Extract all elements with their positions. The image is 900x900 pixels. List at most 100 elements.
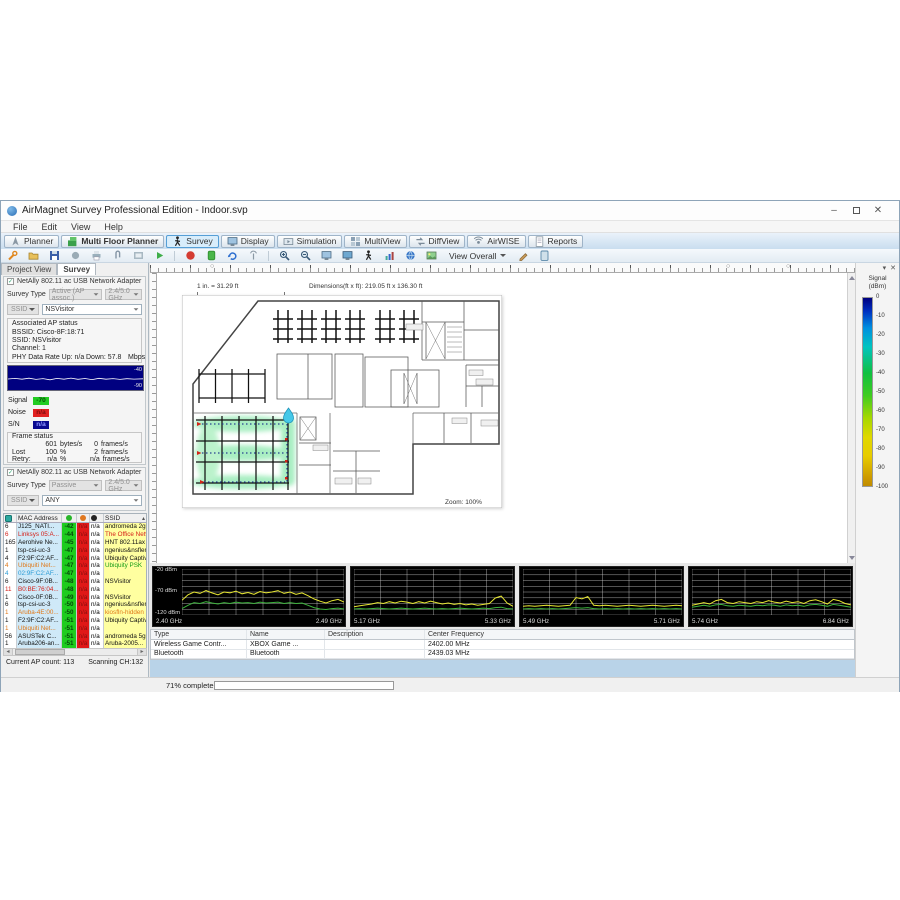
device-icon[interactable] — [205, 250, 217, 262]
floor-plan — [182, 295, 502, 508]
open-icon[interactable] — [27, 250, 39, 262]
wrench-icon[interactable] — [6, 250, 18, 262]
ap-table-row[interactable]: 1Aruba206-an...-51n/an/aAruba-2005... — [4, 640, 146, 648]
chevron-down-icon — [500, 254, 506, 257]
ssid-line: SSID: NSVisitor — [12, 337, 61, 344]
globe-icon[interactable] — [404, 250, 416, 262]
ap-table-row[interactable]: 6Linksys 05:A...-44n/an/aThe Office Netw… — [4, 531, 146, 539]
tab-planner[interactable]: Planner — [4, 235, 59, 248]
legend-tick: -50 — [876, 389, 885, 395]
tab-airwise[interactable]: AirWISE — [467, 235, 525, 248]
band2-select[interactable]: 2.4/5.0 GHz — [105, 480, 142, 491]
tab-simulation[interactable]: Simulation — [277, 235, 343, 248]
view-tab-strip: PlannerMulti Floor PlannerSurveyDisplayS… — [1, 233, 899, 249]
signal-icon[interactable] — [247, 250, 259, 262]
ap-table-row[interactable]: 4F2:9F:C2:AF...-47n/an/aUbiquity Captive… — [4, 554, 146, 562]
play-icon[interactable] — [153, 250, 165, 262]
main-area: Project ViewSurvey ✓ NetAlly 802.11 ac U… — [1, 263, 899, 677]
legend-panel: ▾ ✕ Signal (dBm) 0-10-20-30-40-50-60-70-… — [855, 263, 899, 677]
display-icon[interactable] — [320, 250, 332, 262]
interferer-row[interactable]: BluetoothBluetooth2439.03 MHz — [151, 650, 854, 660]
ap-table-row[interactable]: 165Aerohive Ne...-45n/an/aHNT 802.11ax — [4, 539, 146, 547]
scale-label: 1 in. = 31.29 ft — [197, 283, 238, 290]
tablet-icon[interactable] — [539, 250, 551, 262]
legend-tick: -90 — [876, 465, 885, 471]
ap-table-row[interactable]: 6Cisco-9F:0B...-48n/an/aNSVisitor — [4, 578, 146, 586]
menu-edit[interactable]: Edit — [36, 222, 64, 232]
chart-icon[interactable] — [383, 250, 395, 262]
ssid2-select[interactable]: ANY — [42, 495, 142, 506]
ssid2-button[interactable]: SSID — [7, 495, 39, 506]
ap-table-row[interactable]: 11B0:BE:76:04...-48n/an/a — [4, 585, 146, 593]
ap-table-row[interactable]: 402:9F:C2:AF...-47n/an/a — [4, 570, 146, 578]
zoomout-icon[interactable] — [299, 250, 311, 262]
interferer-table-header[interactable]: TypeNameDescriptionCenter Frequency — [151, 630, 854, 640]
ap-table-row[interactable]: 1tsp-csi-uc-3-47n/an/angenius&nsfler — [4, 546, 146, 554]
view-mode-select[interactable]: View Overall — [446, 251, 509, 261]
ap-table-hscrollbar[interactable]: ◂ ▸ — [3, 648, 147, 656]
menu-file[interactable]: File — [7, 222, 34, 232]
spectrum-chart-2: 5.17 GHz 5.33 GHz — [350, 566, 515, 627]
surveytype2-select[interactable]: Passive — [49, 480, 103, 491]
ap-table-row[interactable]: 1Aruba-4E:00...-50n/an/akiosfln-hidden — [4, 609, 146, 617]
surveytype-select[interactable]: Active (AP assoc.) — [49, 289, 103, 300]
ap-table-row[interactable]: 1Ubiquiti Net...-51n/an/a — [4, 624, 146, 632]
panel-tab-survey[interactable]: Survey — [57, 263, 96, 275]
display2-icon[interactable] — [341, 250, 353, 262]
freq-max-label: 2.49 GHz — [316, 618, 342, 625]
tab-reports[interactable]: Reports — [528, 235, 584, 248]
menu-view[interactable]: View — [65, 222, 96, 232]
progress-text: 71% complete — [166, 681, 214, 690]
attach-icon[interactable] — [111, 250, 123, 262]
reports-icon — [534, 236, 545, 247]
ap-table-header[interactable]: MAC Address SSID ▴ — [4, 514, 146, 523]
minimize-button[interactable]: – — [825, 204, 843, 218]
surveyor-icon[interactable] — [362, 250, 374, 262]
legend-pin-icon[interactable]: ▾ — [883, 264, 887, 272]
ssid-button[interactable]: SSID — [7, 304, 39, 315]
ap-table-row[interactable]: 1F2:9F:C2:AF...-51n/an/aUbiquity Captive… — [4, 617, 146, 625]
canvas-vscrollbar[interactable] — [847, 273, 855, 563]
menu-bar: FileEditViewHelp — [1, 221, 899, 233]
sort-asc-icon: ▴ — [142, 515, 145, 522]
tab-diffview[interactable]: DiffView — [409, 235, 466, 248]
spectrum-chart-3: 5.49 GHz 5.71 GHz — [519, 566, 684, 627]
media-icon[interactable] — [132, 250, 144, 262]
ap-table-row[interactable]: 6J125_NATI...-42n/an/aandromeda 2g — [4, 523, 146, 531]
record-icon[interactable] — [69, 250, 81, 262]
signal-history-graph: -40 -90 — [7, 365, 144, 391]
maximize-button[interactable] — [847, 204, 865, 218]
edit-icon[interactable] — [518, 250, 530, 262]
main-toolbar: View Overall — [1, 249, 899, 263]
adapter1-checkbox[interactable]: ✓ — [7, 278, 14, 285]
tab-survey[interactable]: Survey — [166, 235, 218, 248]
tab-multi-floor-planner[interactable]: Multi Floor Planner — [61, 235, 164, 248]
legend-close-icon[interactable]: ✕ — [890, 264, 896, 272]
tab-display[interactable]: Display — [221, 235, 275, 248]
menu-help[interactable]: Help — [98, 222, 129, 232]
close-button[interactable]: ✕ — [869, 204, 887, 218]
tab-multiview[interactable]: MultiView — [344, 235, 406, 248]
ap-table-row[interactable]: 56ASUSTek C...-51n/an/aandromeda 5g — [4, 632, 146, 640]
save-icon[interactable] — [48, 250, 60, 262]
ap-table-row[interactable]: 4Ubiquiti Net...-47n/an/aUbiquity PSK — [4, 562, 146, 570]
legend-tick: -80 — [876, 446, 885, 452]
dimensions-label: Dimensions(ft x ft): 219.05 ft x 136.30 … — [309, 283, 422, 290]
adapter2-surveytype-row: Survey Type Passive 2.4/5.0 GHz — [7, 480, 142, 491]
progress-bar — [214, 681, 394, 690]
airwise-icon — [473, 236, 484, 247]
refresh-icon[interactable] — [226, 250, 238, 262]
ssid-select[interactable]: NSVisitor — [42, 304, 142, 315]
interferer-row[interactable]: Wireless Game Contr...XBOX Game ...2402.… — [151, 640, 854, 650]
noise-col-icon — [80, 515, 86, 521]
band-select[interactable]: 2.4/5.0 GHz — [105, 289, 142, 300]
floor-plan-canvas[interactable]: 1 in. = 31.29 ft Dimensions(ft x ft): 21… — [157, 273, 847, 563]
adapter2-checkbox[interactable]: ✓ — [7, 469, 14, 476]
image-icon[interactable] — [425, 250, 437, 262]
ap-table-row[interactable]: 6tsp-csi-uc-3-50n/an/angenius&nsfler — [4, 601, 146, 609]
stop-icon[interactable] — [184, 250, 196, 262]
ap-table-row[interactable]: 1Cisco-0F:0B...-49n/an/aNSVisitor — [4, 593, 146, 601]
panel-tab-project-view[interactable]: Project View — [1, 263, 57, 275]
print-icon[interactable] — [90, 250, 102, 262]
zoomin-icon[interactable] — [278, 250, 290, 262]
